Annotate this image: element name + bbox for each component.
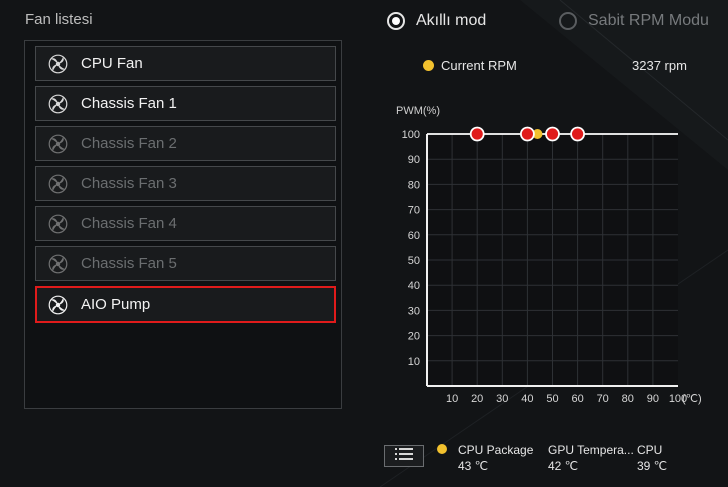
x-tick-label: 90 [647, 393, 659, 405]
smart-mode-radio[interactable]: Akıllı mod [387, 12, 486, 30]
sensor-name: CPU [637, 443, 663, 457]
x-tick-label: 10 [446, 393, 458, 405]
fan-item-label: Chassis Fan 1 [81, 95, 177, 112]
x-axis-ticks: 10 20 30 40 50 60 70 80 90 100(℃) [446, 393, 702, 405]
sensor-cpu[interactable]: CPU 39 ℃ [637, 442, 667, 474]
fan-item-label: Chassis Fan 4 [81, 215, 177, 232]
fan-item-label: Chassis Fan 5 [81, 255, 177, 272]
fan-item-chassis-fan-2[interactable]: Chassis Fan 2 [35, 126, 336, 161]
fan-item-chassis-fan-1[interactable]: Chassis Fan 1 [35, 86, 336, 121]
x-tick-label: 30 [496, 393, 508, 405]
y-axis-label: PWM(%) [396, 105, 440, 117]
curve-control-point[interactable] [545, 126, 560, 142]
fan-list-panel: CPU Fan Chassis Fan 1 Chassis Fan 2 Chas… [24, 40, 342, 409]
y-tick-label: 40 [408, 280, 420, 292]
x-tick-label: 80 [622, 393, 634, 405]
y-tick-label: 60 [408, 230, 420, 242]
fan-icon [48, 54, 68, 74]
sensor-name: GPU Tempera... [548, 443, 634, 457]
y-tick-label: 10 [408, 356, 420, 368]
fan-item-cpu-fan[interactable]: CPU Fan [35, 46, 336, 81]
fan-icon [48, 295, 68, 315]
fan-icon [48, 134, 68, 154]
fan-item-aio-pump[interactable]: AIO Pump [35, 286, 336, 323]
x-tick-label: 20 [471, 393, 483, 405]
y-tick-label: 100 [402, 129, 420, 141]
y-tick-label: 30 [408, 305, 420, 317]
y-axis-ticks: 10 20 30 40 50 60 70 80 90 100 [402, 129, 420, 368]
fixed-rpm-mode-radio[interactable]: Sabit RPM Modu [559, 12, 709, 30]
x-tick-label: 60 [571, 393, 583, 405]
fan-item-label: AIO Pump [81, 296, 151, 313]
fixed-rpm-mode-label: Sabit RPM Modu [588, 12, 709, 29]
current-rpm-legend: Current RPM [423, 58, 517, 73]
radio-selected-icon [387, 12, 405, 30]
x-tick-label: 70 [597, 393, 609, 405]
smart-mode-label: Akıllı mod [416, 12, 487, 29]
fan-icon [48, 94, 68, 114]
curve-control-point[interactable] [519, 126, 535, 142]
sensor-value: 43 ℃ [458, 459, 489, 473]
list-icon [395, 447, 413, 465]
sensor-cpu-package[interactable]: CPU Package 43 ℃ [458, 442, 533, 474]
y-tick-label: 20 [408, 331, 420, 343]
y-tick-label: 80 [408, 179, 420, 191]
fan-item-label: CPU Fan [81, 55, 143, 72]
fan-icon [48, 214, 68, 234]
x-tick-label: 40 [521, 393, 533, 405]
radio-unselected-icon [559, 12, 577, 30]
current-rpm-dot-icon [423, 60, 434, 71]
chart-grid [426, 133, 678, 387]
fan-item-chassis-fan-5[interactable]: Chassis Fan 5 [35, 246, 336, 281]
x-axis-unit: (℃) [682, 393, 702, 405]
sensor-list-button[interactable] [384, 445, 424, 467]
fan-icon [48, 254, 68, 274]
sensor-value: 39 ℃ [637, 459, 668, 473]
fan-item-chassis-fan-4[interactable]: Chassis Fan 4 [35, 206, 336, 241]
fan-item-label: Chassis Fan 3 [81, 175, 177, 192]
fan-item-chassis-fan-3[interactable]: Chassis Fan 3 [35, 166, 336, 201]
x-tick-label: 50 [546, 393, 558, 405]
current-rpm-value: 3237 rpm [632, 58, 687, 73]
y-tick-label: 90 [408, 154, 420, 166]
fan-item-label: Chassis Fan 2 [81, 135, 177, 152]
current-rpm-label: Current RPM [441, 58, 517, 73]
fan-icon [48, 174, 68, 194]
curve-control-point[interactable] [469, 126, 485, 142]
sensor-gpu-temperature[interactable]: GPU Tempera... 42 ℃ [548, 442, 634, 474]
y-tick-label: 50 [408, 255, 420, 267]
sensor-name: CPU Package [458, 443, 534, 457]
fan-curve-chart[interactable]: PWM(%) 10 20 30 40 50 60 70 80 90 100 10 20 30 40 50 6… [390, 98, 720, 418]
curve-control-point[interactable] [570, 126, 586, 142]
fan-list-title: Fan listesi [25, 11, 93, 28]
sensor-value: 42 ℃ [548, 459, 579, 473]
sensor-active-dot-icon [437, 444, 447, 454]
y-tick-label: 70 [408, 205, 420, 217]
